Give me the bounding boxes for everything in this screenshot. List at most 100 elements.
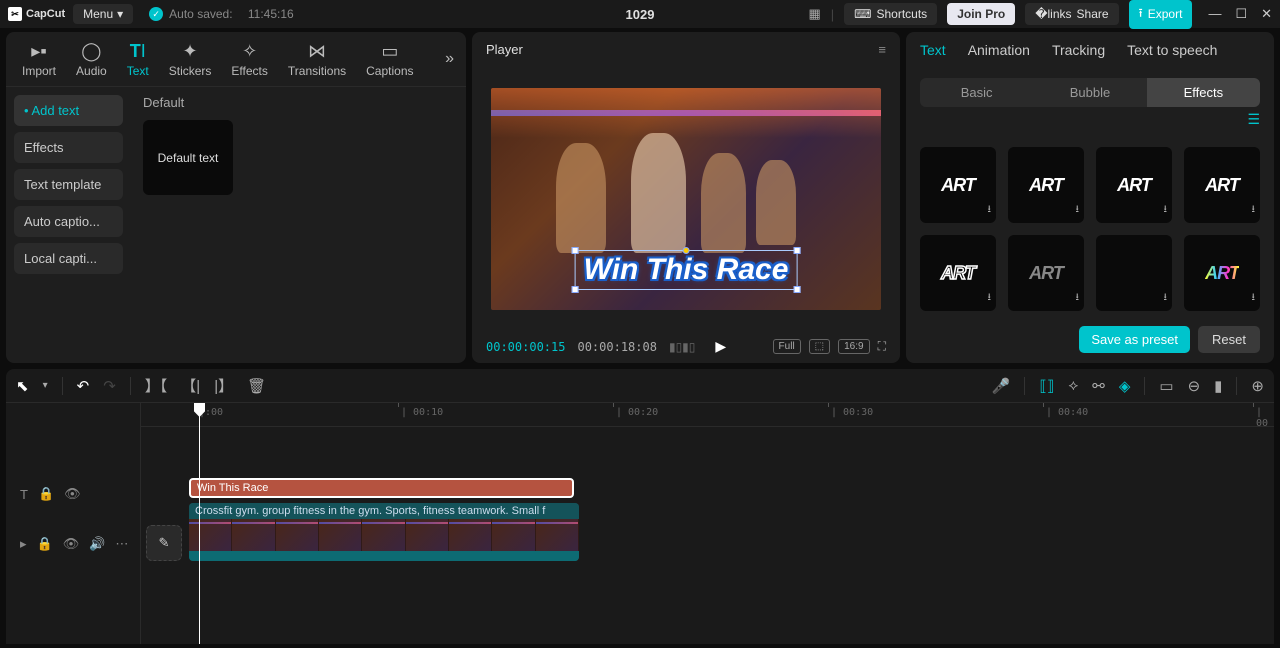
more-icon[interactable]: ⋯	[115, 536, 128, 552]
text-overlay[interactable]: Win This Race	[575, 250, 798, 290]
thumbnail-icon[interactable]: ▭	[1159, 377, 1173, 395]
export-button[interactable]: ⭱Export	[1129, 0, 1193, 29]
audio-icon: ◯	[81, 40, 101, 62]
ratio-badge[interactable]: 16:9	[838, 339, 869, 354]
effect-item[interactable]: ART⭳	[1008, 235, 1084, 311]
expand-icon[interactable]: »	[441, 50, 458, 68]
subtab-effects[interactable]: Effects	[1147, 78, 1260, 107]
text-track-icon: T	[20, 487, 28, 502]
window-controls: — ☐ ✕	[1208, 6, 1272, 22]
tab-audio[interactable]: ◯Audio	[68, 38, 115, 80]
tab-text[interactable]: TIText	[119, 38, 157, 80]
download-icon: ⭳	[988, 202, 992, 219]
video-track-icon: ▸	[20, 536, 27, 552]
tab-stickers[interactable]: ✦Stickers	[161, 38, 220, 80]
logo-icon: ✂	[8, 7, 22, 21]
filter-icon[interactable]: ☰	[1247, 111, 1260, 128]
subtab-bubble[interactable]: Bubble	[1033, 78, 1146, 107]
effect-item[interactable]: ART⭳	[1184, 147, 1260, 223]
save-preset-button[interactable]: Save as preset	[1079, 326, 1190, 353]
content-heading: Default	[143, 95, 454, 110]
trim-left-icon[interactable]: 【|	[181, 375, 200, 396]
download-icon: ⭳	[1076, 202, 1080, 219]
download-icon: ⭳	[988, 290, 992, 307]
effect-item[interactable]: ART⭳	[1008, 147, 1084, 223]
player-viewport[interactable]: Win This Race	[472, 67, 900, 330]
tab-tracking[interactable]: Tracking	[1052, 42, 1105, 64]
maximize-icon[interactable]: ☐	[1235, 6, 1247, 22]
link-icon[interactable]: ⚯	[1092, 377, 1105, 395]
undo-icon[interactable]: ↶	[77, 377, 90, 395]
effect-item[interactable]: ART⭳	[1096, 235, 1172, 311]
delete-icon[interactable]: 🗑	[247, 377, 266, 395]
inspector-subtabs: Basic Bubble Effects	[920, 78, 1260, 107]
fullscreen-icon[interactable]: ⛶	[878, 339, 886, 354]
trim-right-icon[interactable]: |】	[214, 375, 233, 396]
audio-waveform	[189, 551, 579, 561]
split-icon[interactable]: 】【	[145, 375, 168, 396]
crop-icon[interactable]: ⬚	[809, 339, 830, 354]
reset-button[interactable]: Reset	[1198, 326, 1260, 353]
align-icon[interactable]: ⟡	[1068, 377, 1078, 394]
effect-item[interactable]: ART⭳	[920, 235, 996, 311]
subtab-basic[interactable]: Basic	[920, 78, 1033, 107]
video-clip[interactable]: Crossfit gym. group fitness in the gym. …	[189, 503, 579, 561]
close-icon[interactable]: ✕	[1261, 6, 1272, 22]
mic-icon[interactable]: 🎤	[992, 377, 1011, 395]
sidebar-local-captions[interactable]: Local capti...	[14, 243, 123, 274]
eye-icon[interactable]: 👁	[63, 536, 80, 552]
layout-icon[interactable]: ▦	[808, 6, 820, 22]
pointer-tool-icon[interactable]: ⬉	[16, 377, 29, 395]
share-button[interactable]: �linksShare	[1025, 3, 1118, 25]
overlay-text: Win This Race	[584, 253, 789, 287]
text-clip[interactable]: Win This Race	[189, 478, 574, 498]
chevron-down-icon[interactable]: ▾	[43, 380, 48, 391]
zoom-in-icon[interactable]: ⊕	[1251, 377, 1264, 395]
preview-icon[interactable]: ◈	[1119, 377, 1131, 395]
full-badge[interactable]: Full	[773, 339, 801, 354]
redo-icon[interactable]: ↷	[103, 377, 116, 395]
join-pro-button[interactable]: Join Pro	[947, 3, 1015, 25]
play-button[interactable]: ▶	[715, 338, 726, 355]
project-name[interactable]: 1029	[626, 7, 655, 22]
edit-track-button[interactable]: ✎	[146, 525, 182, 561]
player-menu-icon[interactable]: ≡	[878, 42, 886, 57]
effect-item[interactable]: ART⭳	[1096, 147, 1172, 223]
export-icon: ⭱	[1139, 4, 1143, 25]
zoom-out-icon[interactable]: ⊖	[1188, 377, 1201, 395]
sidebar-text-template[interactable]: Text template	[14, 169, 123, 200]
mute-icon[interactable]: 🔊	[89, 536, 105, 552]
tab-animation[interactable]: Animation	[968, 42, 1030, 64]
playhead[interactable]	[199, 403, 200, 644]
timeline-tracks[interactable]: |:00 | 00:10 | 00:20 | 00:30 | 00:40 | 0…	[141, 403, 1274, 644]
sidebar-add-text[interactable]: • Add text	[14, 95, 123, 126]
download-icon: ⭳	[1164, 202, 1168, 219]
tab-import[interactable]: ▸▪Import	[14, 38, 64, 80]
sidebar-auto-captions[interactable]: Auto captio...	[14, 206, 123, 237]
effect-item[interactable]: ART⭳	[920, 147, 996, 223]
menu-button[interactable]: Menu▾	[73, 4, 133, 24]
player-title: Player	[486, 42, 523, 57]
timeline-ruler[interactable]: |:00 | 00:10 | 00:20 | 00:30 | 00:40 | 0…	[141, 403, 1274, 427]
default-text-thumb[interactable]: Default text	[143, 120, 233, 195]
download-icon: ⭳	[1164, 290, 1168, 307]
tab-text-inspector[interactable]: Text	[920, 42, 946, 64]
shortcuts-button[interactable]: ⌨Shortcuts	[844, 3, 937, 25]
text-sidebar: • Add text Effects Text template Auto ca…	[6, 87, 131, 363]
tab-transitions[interactable]: ⋈Transitions	[280, 38, 354, 80]
compare-icon[interactable]: ▮▯▮▯	[669, 340, 695, 354]
sidebar-effects[interactable]: Effects	[14, 132, 123, 163]
lock-icon[interactable]: 🔒	[37, 536, 53, 552]
eye-icon[interactable]: 👁	[64, 486, 81, 502]
effect-item[interactable]: ART⭳	[1184, 235, 1260, 311]
tab-captions[interactable]: ▭Captions	[358, 38, 421, 80]
video-track-label: ▸ 🔒 👁 🔊 ⋯	[6, 529, 140, 559]
snap-icon[interactable]: ⟦⟧	[1039, 377, 1054, 395]
app-logo: ✂ CapCut	[8, 7, 65, 21]
tab-effects[interactable]: ✧Effects	[223, 38, 275, 80]
zoom-marker-icon[interactable]: ▮	[1214, 377, 1222, 395]
minimize-icon[interactable]: —	[1208, 6, 1221, 22]
lock-icon[interactable]: 🔒	[38, 486, 54, 502]
tab-tts[interactable]: Text to speech	[1127, 42, 1217, 64]
effects-icon: ✧	[242, 40, 257, 62]
